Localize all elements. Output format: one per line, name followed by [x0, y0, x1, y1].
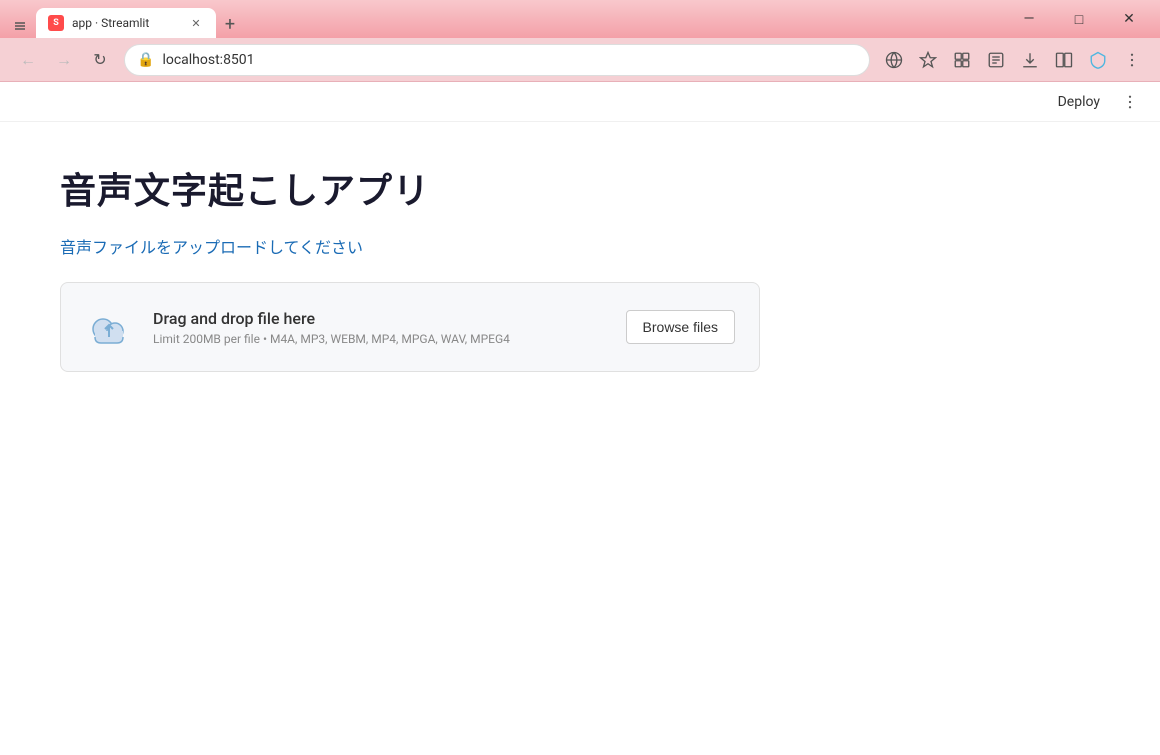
tab-title: app · Streamlit	[72, 16, 180, 30]
page-content: 音声文字起こしアプリ 音声ファイルをアップロードしてください Drag and …	[0, 122, 1160, 755]
title-bar: S app · Streamlit ✕ + — □ ✕	[0, 0, 1160, 38]
page-subtitle: 音声ファイルをアップロードしてください	[60, 234, 1100, 258]
browse-files-button[interactable]: Browse files	[626, 310, 735, 344]
tab-favicon: S	[48, 15, 64, 31]
lock-icon: 🔒	[137, 52, 154, 68]
new-tab-button[interactable]: +	[216, 10, 244, 38]
maximize-button[interactable]: □	[1056, 4, 1102, 34]
nav-bar: ← → ↻ 🔒 localhost:8501	[0, 38, 1160, 82]
drag-drop-label: Drag and drop file here	[153, 309, 606, 328]
window-controls: — □ ✕	[1006, 4, 1152, 34]
streamlit-top-bar: Deploy	[0, 82, 1160, 122]
forward-button[interactable]: →	[48, 44, 80, 76]
minimize-button[interactable]: —	[1006, 4, 1052, 34]
split-icon[interactable]	[1048, 44, 1080, 76]
translate-icon[interactable]	[878, 44, 910, 76]
extensions-icon[interactable]	[946, 44, 978, 76]
tab-list-button[interactable]	[8, 14, 32, 38]
file-limit-label: Limit 200MB per file • M4A, MP3, WEBM, M…	[153, 332, 606, 346]
back-button[interactable]: ←	[12, 44, 44, 76]
download-icon[interactable]	[1014, 44, 1046, 76]
star-icon[interactable]	[912, 44, 944, 76]
reader-icon[interactable]	[980, 44, 1012, 76]
page-title: 音声文字起こしアプリ	[60, 162, 1100, 214]
tab-strip: S app · Streamlit ✕ +	[8, 0, 1002, 38]
streamlit-menu-icon[interactable]	[1116, 88, 1144, 116]
shield-icon[interactable]	[1082, 44, 1114, 76]
url-text: localhost:8501	[162, 52, 857, 68]
active-tab[interactable]: S app · Streamlit ✕	[36, 8, 216, 38]
file-upload-area: Drag and drop file here Limit 200MB per …	[60, 282, 760, 372]
upload-text-area: Drag and drop file here Limit 200MB per …	[153, 309, 606, 346]
nav-actions	[878, 44, 1148, 76]
close-button[interactable]: ✕	[1106, 4, 1152, 34]
refresh-button[interactable]: ↻	[84, 44, 116, 76]
deploy-button[interactable]: Deploy	[1050, 90, 1108, 114]
address-bar[interactable]: 🔒 localhost:8501	[124, 44, 870, 76]
cloud-upload-icon	[85, 303, 133, 351]
browser-menu-icon[interactable]	[1116, 44, 1148, 76]
tab-close-button[interactable]: ✕	[188, 15, 204, 31]
